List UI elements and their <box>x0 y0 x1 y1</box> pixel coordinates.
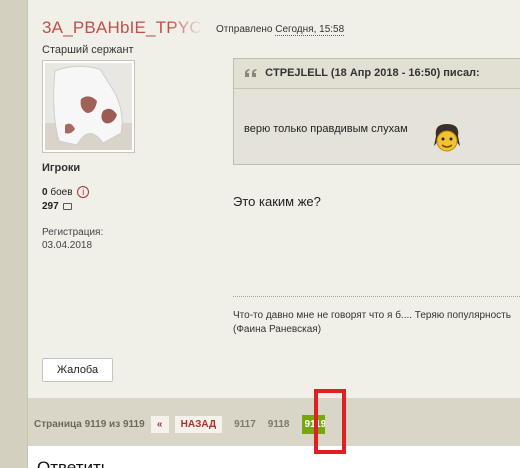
quote-header: CTPEJLELL (18 Апр 2018 - 16:50) писал: <box>234 59 520 89</box>
reply-title: Ответить <box>37 458 110 468</box>
signature: Что-то давно мне не говорят что я б.... … <box>233 309 520 337</box>
first-page-link[interactable]: « <box>150 416 169 433</box>
signature-line-2: (Фаина Раневская) <box>233 324 322 335</box>
post-date: Отправлено Сегодня, 15:58 <box>216 24 345 36</box>
sent-label: Отправлено <box>216 24 273 35</box>
report-button[interactable]: Жалоба <box>42 358 113 382</box>
author-name[interactable]: 3A_PBAHbIE_TPYCbI <box>42 18 202 38</box>
reg-label: Регистрация: <box>42 227 104 238</box>
quote-icon[interactable] <box>244 68 258 78</box>
page-info: Страница 9119 из 9119 <box>34 419 145 430</box>
quote-text: верю только правдивым слухам <box>244 123 408 135</box>
smiley-icon <box>434 124 460 152</box>
page-link-9118[interactable]: 9118 <box>268 419 290 430</box>
chat-icon <box>63 202 73 210</box>
forum-post: 3A_PBAHbIE_TPYCbI Старший сержант Игроки… <box>28 0 520 398</box>
info-icon[interactable]: i <box>77 186 90 199</box>
registration-info: Регистрация: 03.04.2018 <box>42 226 103 252</box>
page-link-9117[interactable]: 9117 <box>234 419 256 430</box>
battles-label: боев <box>50 187 73 198</box>
pagination: Страница 9119 из 9119 « НАЗАД 9117 9118 … <box>34 415 325 434</box>
reg-date: 03.04.2018 <box>42 240 93 251</box>
author-group: Игроки <box>42 162 81 174</box>
back-link[interactable]: НАЗАД <box>174 416 223 433</box>
avatar[interactable] <box>42 60 135 153</box>
post-message: Это каким же? <box>233 194 321 209</box>
avatar-photo <box>45 63 132 150</box>
highlight-box <box>314 389 346 454</box>
quote-block: CTPEJLELL (18 Апр 2018 - 16:50) писал: в… <box>233 58 520 165</box>
posts-count: 297 <box>42 201 59 212</box>
author-panel: 3A_PBAHbIE_TPYCbI Старший сержант Игроки… <box>42 18 217 251</box>
signature-line-1: Что-то давно мне не говорят что я б.... … <box>233 310 511 321</box>
signature-divider <box>233 296 520 297</box>
reply-section: Ответить <box>28 446 520 468</box>
quote-author: CTPEJLELL (18 Апр 2018 - 16:50) писал: <box>265 67 480 79</box>
battles-count: 0 <box>42 187 48 198</box>
sent-date[interactable]: Сегодня, 15:58 <box>275 24 345 36</box>
pagination-bar: Страница 9119 из 9119 « НАЗАД 9117 9118 … <box>28 398 520 446</box>
author-stats: 0 боев i 297 <box>42 186 90 214</box>
author-rank: Старший сержант <box>42 44 134 56</box>
left-gutter <box>0 0 28 468</box>
